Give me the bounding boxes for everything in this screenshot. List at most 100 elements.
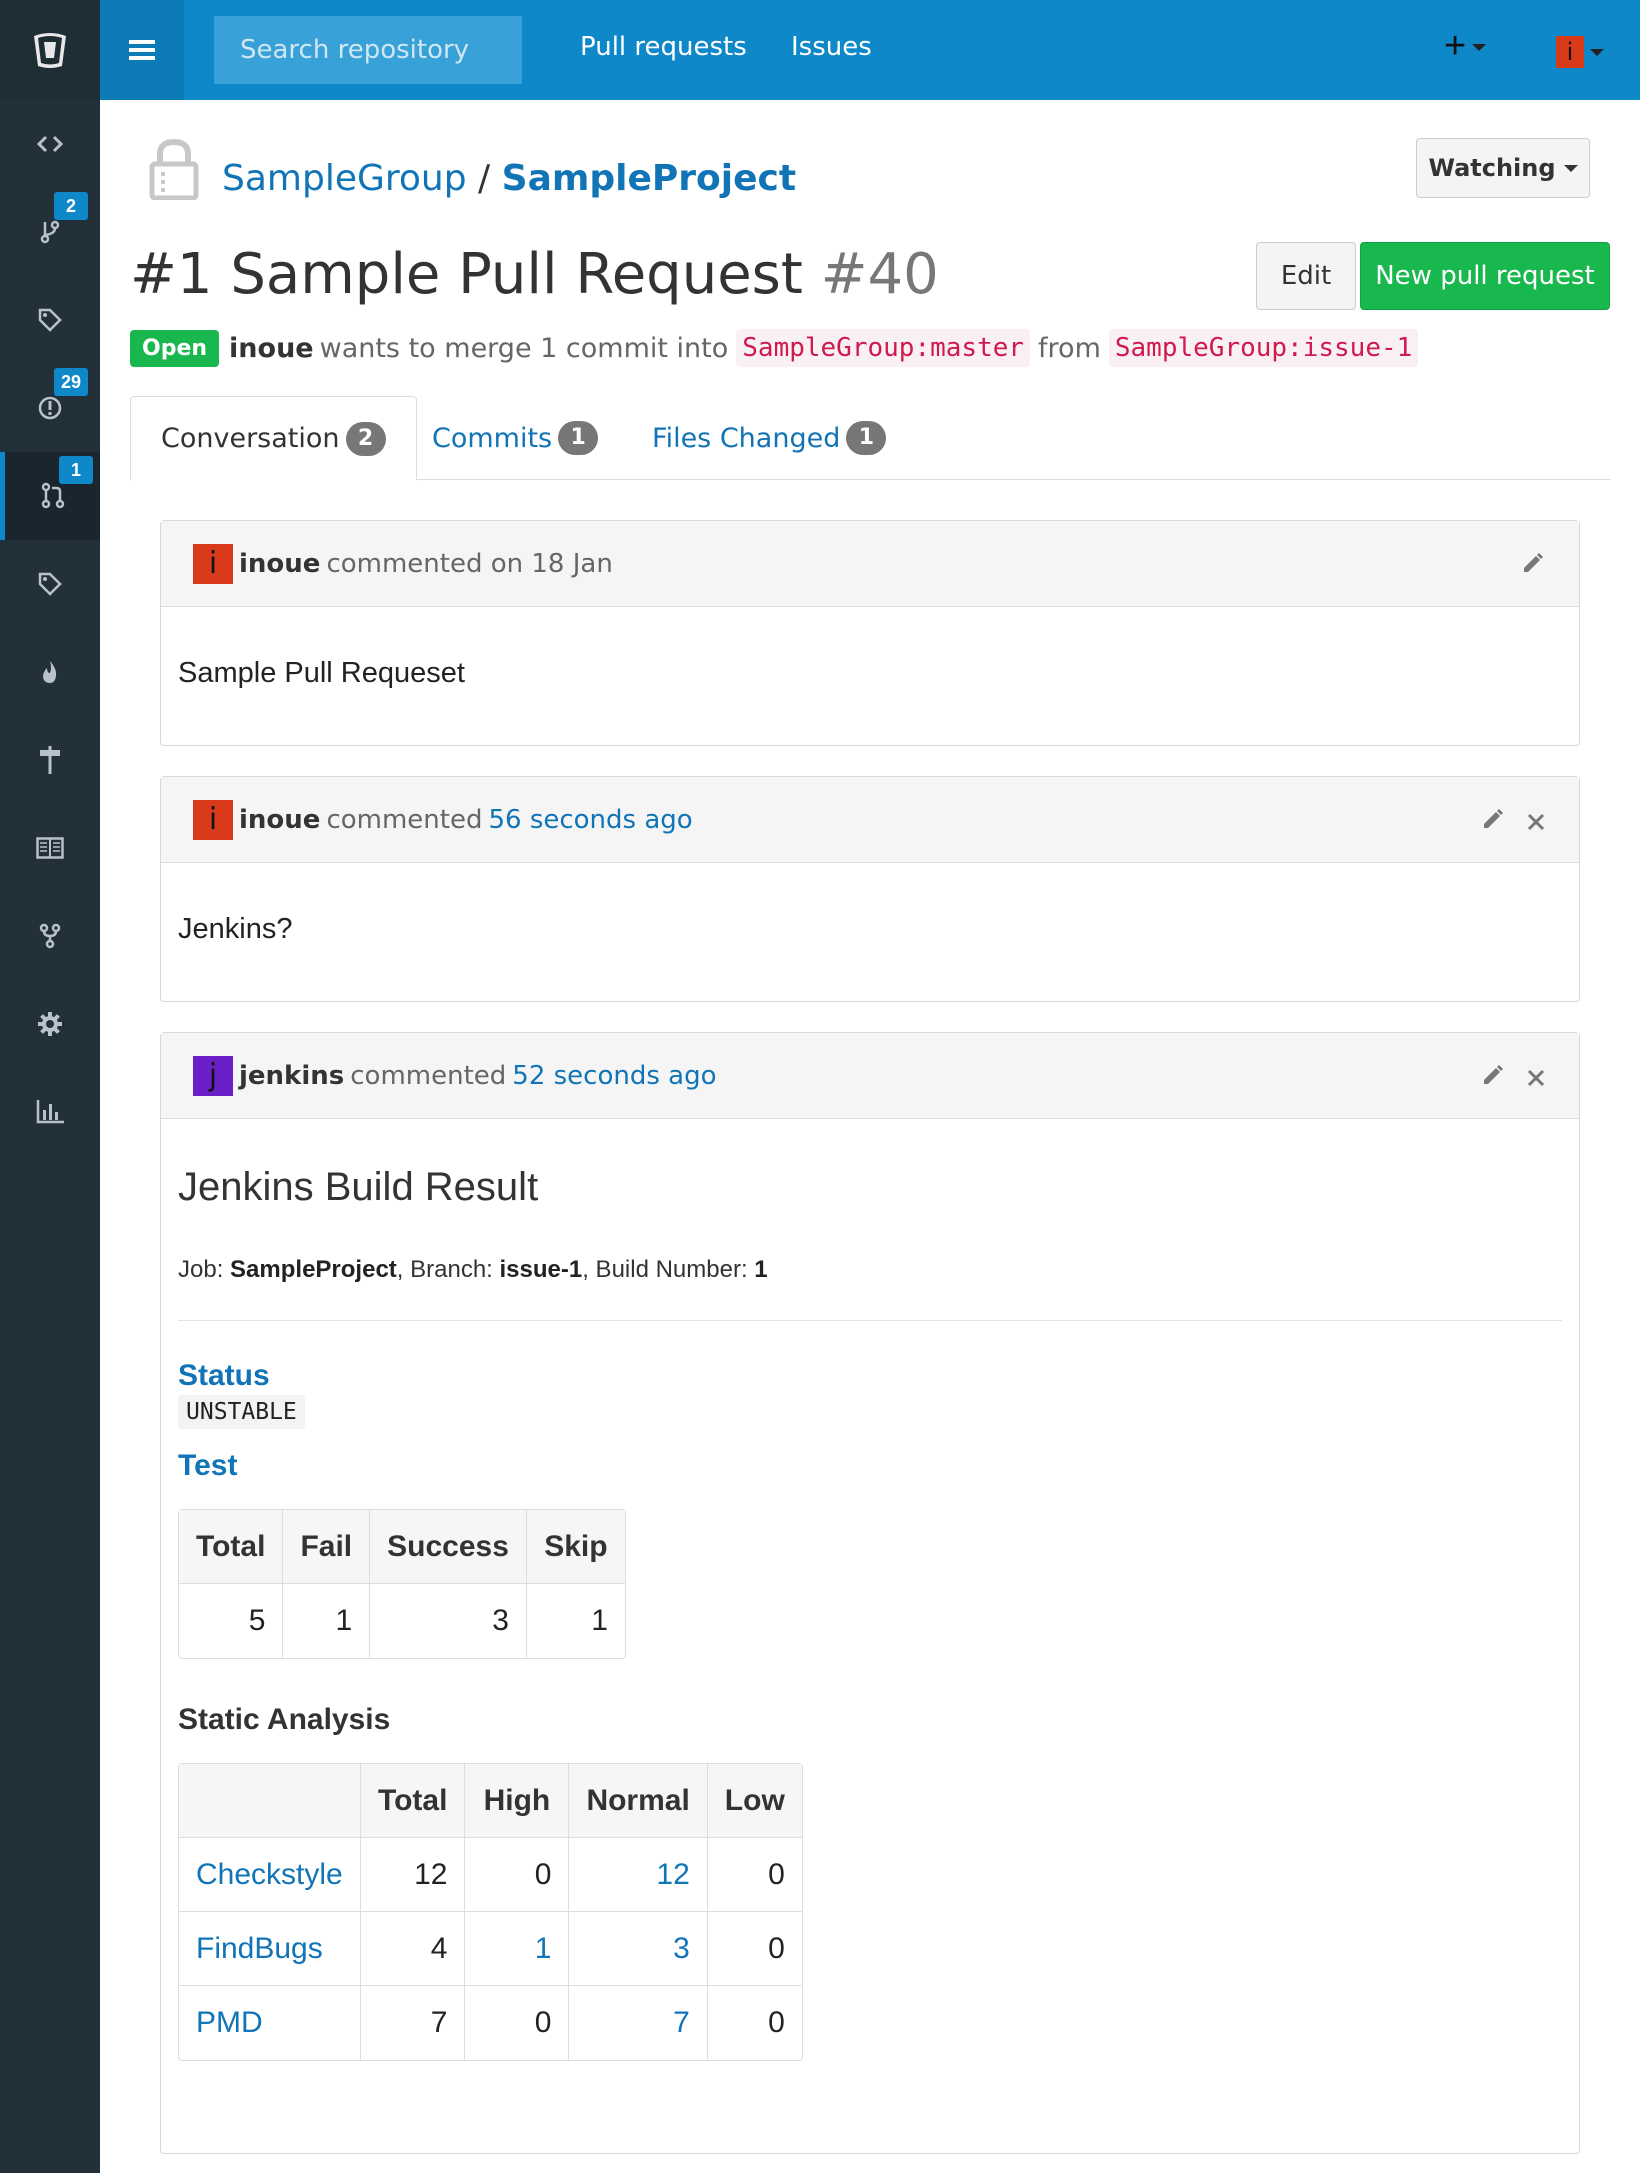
- comment-actions: [1481, 807, 1545, 838]
- close-icon: [1527, 1069, 1545, 1086]
- findbugs-link[interactable]: FindBugs: [179, 1912, 361, 1986]
- comment-author[interactable]: inoue: [239, 549, 320, 579]
- job-label: Job:: [178, 1256, 224, 1283]
- tab-label: Files Changed: [652, 422, 841, 454]
- edit-comment-button[interactable]: [1481, 1063, 1505, 1094]
- issues-count-badge: 29: [54, 368, 88, 396]
- delete-comment-button[interactable]: [1527, 808, 1545, 838]
- sidebar-item-forks[interactable]: [0, 892, 100, 980]
- table-cell-link[interactable]: 12: [569, 1838, 708, 1912]
- comment-actions: [1521, 551, 1545, 582]
- pr-author[interactable]: inoue: [229, 333, 314, 364]
- comment-author[interactable]: jenkins: [239, 1061, 344, 1091]
- new-pull-request-button[interactable]: New pull request: [1360, 242, 1610, 310]
- sidebar-item-pull-requests[interactable]: 1: [0, 452, 100, 540]
- table-cell: 12: [361, 1838, 466, 1912]
- app-logo[interactable]: [0, 0, 100, 100]
- status-heading: Status: [178, 1359, 270, 1392]
- comment-header: i inoue commented 56 seconds ago: [161, 777, 1579, 863]
- page-title: #1 Sample Pull Request #40: [130, 242, 939, 307]
- user-menu-dropdown[interactable]: i: [1556, 36, 1604, 68]
- repo-owner-link[interactable]: SampleGroup: [222, 158, 467, 199]
- table-header: [179, 1764, 361, 1838]
- edit-button[interactable]: Edit: [1256, 242, 1356, 310]
- sidebar-item-insights[interactable]: [0, 1068, 100, 1156]
- comment-author[interactable]: inoue: [239, 805, 320, 835]
- tab-count-badge: 1: [846, 421, 887, 455]
- search-input[interactable]: [214, 16, 522, 84]
- table-cell: 0: [465, 1986, 570, 2060]
- pencil-icon: [1524, 553, 1543, 572]
- comment-header: j jenkins commented 52 seconds ago: [161, 1033, 1579, 1119]
- table-cell-link[interactable]: 7: [569, 1986, 708, 2060]
- pulls-count-badge: 1: [59, 456, 93, 484]
- delete-comment-button[interactable]: [1527, 1064, 1545, 1094]
- comment-actions: [1481, 1063, 1545, 1094]
- sidebar-item-code[interactable]: [0, 100, 100, 188]
- avatar[interactable]: i: [193, 799, 233, 840]
- edit-comment-button[interactable]: [1521, 551, 1545, 582]
- sidebar-item-tags[interactable]: [0, 276, 100, 364]
- create-new-dropdown[interactable]: +: [1444, 25, 1487, 67]
- top-navbar: Pull requests Issues + i: [0, 0, 1640, 100]
- table-cell: 0: [707, 1912, 802, 1986]
- table-header: Skip: [526, 1510, 625, 1584]
- table-header: Total: [361, 1764, 466, 1838]
- table-cell: 1: [591, 1604, 608, 1637]
- static-analysis-heading: Static Analysis: [178, 1703, 391, 1736]
- comment-body: Sample Pull Requeset: [178, 657, 465, 689]
- pr-title-text: #1 Sample Pull Request: [130, 242, 803, 307]
- user-avatar: i: [1556, 36, 1584, 68]
- static-analysis-table: Total High Normal Low Checkstyle 12 0 12…: [178, 1763, 803, 2061]
- pr-number: #40: [820, 242, 939, 307]
- breadcrumb-separator: /: [478, 158, 491, 199]
- sidebar-item-issues[interactable]: 29: [0, 364, 100, 452]
- checkstyle-link[interactable]: Checkstyle: [179, 1838, 361, 1912]
- tab-count-badge: 2: [345, 421, 386, 456]
- table-cell-link[interactable]: 3: [569, 1912, 708, 1986]
- tab-commits[interactable]: Commits 1: [432, 396, 599, 480]
- table-row: FindBugs 4 1 3 0: [179, 1912, 802, 1986]
- caret-down-icon: [1590, 48, 1604, 56]
- target-branch: SampleGroup:master: [736, 329, 1031, 367]
- sidebar-item-priorities[interactable]: [0, 628, 100, 716]
- build-info: Job: SampleProject, Branch: issue-1, Bui…: [178, 1256, 1562, 1284]
- comment-action: commented on 18 Jan: [326, 548, 613, 579]
- tab-conversation[interactable]: Conversation 2: [130, 396, 417, 481]
- sidebar-item-labels[interactable]: [0, 540, 100, 628]
- comment-action: commented: [326, 804, 483, 835]
- comment-timestamp-link[interactable]: 52 seconds ago: [512, 1061, 716, 1091]
- nav-pull-requests-link[interactable]: Pull requests: [580, 32, 747, 62]
- status-badge: Open: [130, 329, 220, 367]
- table-cell-link[interactable]: 1: [465, 1912, 570, 1986]
- repo-name-link[interactable]: SampleProject: [502, 158, 796, 199]
- sidebar-item-settings[interactable]: [0, 980, 100, 1068]
- plus-icon: +: [1444, 25, 1467, 67]
- sidebar-item-wiki[interactable]: [0, 804, 100, 892]
- table-header: Fail: [283, 1510, 371, 1584]
- comment: i inoue commented 56 seconds ago Jenkins…: [160, 776, 1580, 1002]
- edit-comment-button[interactable]: [1481, 807, 1505, 838]
- tag-icon: [38, 572, 62, 596]
- table-cell: 7: [361, 1986, 466, 2060]
- nav-issues-link[interactable]: Issues: [791, 32, 872, 62]
- branch-name: issue-1: [499, 1256, 583, 1283]
- tab-files-changed[interactable]: Files Changed 1: [652, 396, 887, 480]
- table-row: Checkstyle 12 0 12 0: [179, 1838, 802, 1912]
- sidebar-item-branches[interactable]: 2: [0, 188, 100, 276]
- close-icon: [1527, 813, 1545, 830]
- table-header: High: [465, 1764, 570, 1838]
- job-name: SampleProject: [230, 1256, 397, 1283]
- flame-icon: [43, 661, 57, 683]
- table-cell: 3: [370, 1584, 527, 1658]
- pencil-icon: [1484, 809, 1503, 828]
- watching-dropdown-button[interactable]: Watching: [1416, 138, 1590, 198]
- comment-timestamp-link[interactable]: 56 seconds ago: [488, 805, 692, 835]
- menu-toggle-button[interactable]: [100, 0, 184, 100]
- bar-chart-icon: [36, 1100, 64, 1124]
- pmd-link[interactable]: PMD: [179, 1986, 361, 2060]
- avatar[interactable]: j: [193, 1055, 233, 1096]
- avatar[interactable]: i: [193, 543, 233, 584]
- table-header: Normal: [569, 1764, 708, 1838]
- sidebar-item-milestones[interactable]: [0, 716, 100, 804]
